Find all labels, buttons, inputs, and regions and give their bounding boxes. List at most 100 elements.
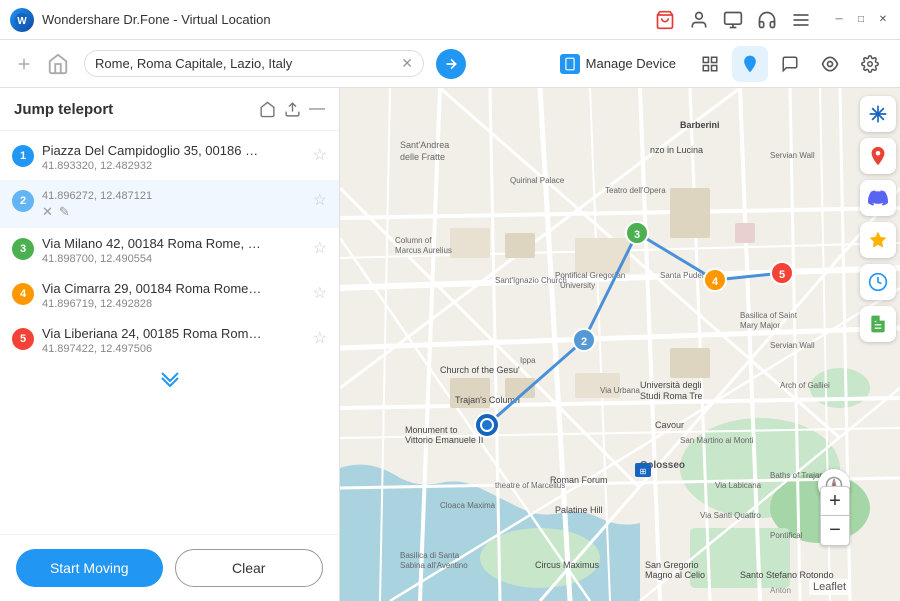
right-sidebar	[856, 88, 900, 601]
monitor-icon[interactable]	[722, 9, 744, 31]
location-mode-icon-btn[interactable]	[732, 46, 768, 82]
svg-text:Church of the Gesu': Church of the Gesu'	[440, 365, 520, 375]
svg-text:Servian Wall: Servian Wall	[770, 341, 815, 350]
app-title: Wondershare Dr.Fone - Virtual Location	[42, 12, 646, 27]
svg-text:Ippa: Ippa	[520, 356, 536, 365]
svg-text:Palatine Hill: Palatine Hill	[555, 505, 603, 515]
location-badge-3: 3	[12, 238, 34, 260]
minimize-button[interactable]: ─	[832, 13, 846, 27]
svg-text:Università degli: Università degli	[640, 380, 702, 390]
svg-text:Via Urbana: Via Urbana	[600, 386, 640, 395]
svg-text:Teatro dell'Opera: Teatro dell'Opera	[605, 186, 666, 195]
panel-home-icon[interactable]	[259, 101, 276, 118]
add-icon	[12, 52, 36, 76]
svg-text:Anton: Anton	[770, 586, 791, 595]
location-actions-2: ✕ ✎	[42, 204, 313, 220]
svg-text:delle Fratte: delle Fratte	[400, 152, 445, 162]
toolbar-right: Manage Device	[552, 46, 888, 82]
svg-text:Roman Forum: Roman Forum	[550, 475, 608, 485]
clear-search-icon[interactable]: ✕	[401, 55, 413, 72]
snowflake-icon-btn[interactable]	[860, 96, 896, 132]
list-item[interactable]: 3 Via Milano 42, 00184 Roma Rome, It... …	[0, 228, 339, 273]
google-maps-icon-btn[interactable]	[860, 138, 896, 174]
search-container: ✕	[84, 50, 424, 77]
svg-text:Studi Roma Tre: Studi Roma Tre	[640, 391, 703, 401]
location-star-2[interactable]: ☆	[313, 190, 327, 210]
route-icon-btn[interactable]	[812, 46, 848, 82]
manage-device-button[interactable]: Manage Device	[552, 50, 684, 78]
panel-minimize-icon[interactable]: —	[309, 100, 325, 118]
map-area[interactable]: Sant'Andrea delle Fratte Barberini Servi…	[340, 88, 900, 601]
panel-export-icon[interactable]	[284, 101, 301, 118]
expand-list-button[interactable]	[0, 363, 339, 395]
search-go-button[interactable]	[436, 49, 466, 79]
titlebar-icons: ─ □ ✕	[654, 9, 890, 31]
location-star-3[interactable]: ☆	[313, 238, 327, 258]
svg-text:San Martino ai Monti: San Martino ai Monti	[680, 436, 754, 445]
location-info-2: 41.896272, 12.487121 ✕ ✎	[42, 188, 313, 220]
chat-icon-btn[interactable]	[772, 46, 808, 82]
zoom-out-button[interactable]: −	[820, 516, 850, 546]
location-info-1: Piazza Del Campidoglio 35, 00186 Roma ..…	[42, 143, 313, 172]
action-edit-icon[interactable]: ✎	[59, 204, 70, 220]
location-list: 1 Piazza Del Campidoglio 35, 00186 Roma …	[0, 131, 339, 534]
manage-device-label: Manage Device	[586, 56, 676, 71]
location-name-4: Via Cimarra 29, 00184 Roma Rome, I...	[42, 281, 262, 296]
location-coords-4: 41.896719, 12.492828	[42, 298, 313, 310]
location-star-4[interactable]: ☆	[313, 283, 327, 303]
location-star-5[interactable]: ☆	[313, 328, 327, 348]
svg-text:2: 2	[581, 336, 587, 348]
discord-icon-btn[interactable]	[860, 180, 896, 216]
svg-text:Quirinal Palace: Quirinal Palace	[510, 176, 565, 185]
svg-text:Mary Major: Mary Major	[740, 321, 780, 330]
map-svg: Sant'Andrea delle Fratte Barberini Servi…	[340, 88, 900, 601]
titlebar: W Wondershare Dr.Fone - Virtual Location…	[0, 0, 900, 40]
headset-icon[interactable]	[756, 9, 778, 31]
location-info-4: Via Cimarra 29, 00184 Roma Rome, I... 41…	[42, 281, 313, 310]
panel-header-icons: —	[259, 100, 325, 118]
panel-header: Jump teleport —	[0, 88, 339, 131]
svg-text:Sant'Andrea: Sant'Andrea	[400, 140, 449, 150]
grid-icon-btn[interactable]	[692, 46, 728, 82]
svg-text:Marcus Aurelius: Marcus Aurelius	[395, 246, 452, 255]
svg-text:University: University	[560, 281, 595, 290]
panel-footer: Start Moving Clear	[0, 534, 339, 601]
clear-button[interactable]: Clear	[175, 549, 324, 587]
file-icon-btn[interactable]	[860, 306, 896, 342]
list-item[interactable]: 2 41.896272, 12.487121 ✕ ✎ ☆	[0, 180, 339, 228]
close-button[interactable]: ✕	[876, 13, 890, 27]
zoom-in-button[interactable]: +	[820, 486, 850, 516]
svg-text:Cavour: Cavour	[655, 420, 684, 430]
svg-text:Basilica of Saint: Basilica of Saint	[740, 311, 798, 320]
list-item[interactable]: 4 Via Cimarra 29, 00184 Roma Rome, I... …	[0, 273, 339, 318]
settings-icon-btn[interactable]	[852, 46, 888, 82]
location-name-3: Via Milano 42, 00184 Roma Rome, It...	[42, 236, 262, 251]
clock-icon-btn[interactable]	[860, 264, 896, 300]
location-star-1[interactable]: ☆	[313, 145, 327, 165]
svg-text:4: 4	[712, 276, 719, 288]
svg-text:Magno al Celio: Magno al Celio	[645, 570, 705, 580]
cart-icon[interactable]	[654, 9, 676, 31]
svg-text:Sabina all'Aventino: Sabina all'Aventino	[400, 561, 468, 570]
panel-title: Jump teleport	[14, 101, 259, 118]
location-badge-2: 2	[12, 190, 34, 212]
location-info-5: Via Liberiana 24, 00185 Roma Rome,... 41…	[42, 326, 313, 355]
start-moving-button[interactable]: Start Moving	[16, 549, 163, 587]
action-close-icon[interactable]: ✕	[42, 204, 53, 220]
svg-text:Vittorio Emanuele II: Vittorio Emanuele II	[405, 435, 483, 445]
list-item[interactable]: 5 Via Liberiana 24, 00185 Roma Rome,... …	[0, 318, 339, 363]
location-coords-5: 41.897422, 12.497506	[42, 343, 313, 355]
search-input[interactable]	[95, 56, 395, 71]
star-icon-btn[interactable]	[860, 222, 896, 258]
location-name-1: Piazza Del Campidoglio 35, 00186 Roma ..…	[42, 143, 262, 158]
svg-text:Cloaca Maxima: Cloaca Maxima	[440, 501, 496, 510]
svg-text:Via Santi Quattro: Via Santi Quattro	[700, 511, 761, 520]
user-icon[interactable]	[688, 9, 710, 31]
manage-device-icon	[560, 54, 580, 74]
svg-text:nzo in Lucina: nzo in Lucina	[650, 145, 703, 155]
list-item[interactable]: 1 Piazza Del Campidoglio 35, 00186 Roma …	[0, 135, 339, 180]
menu-icon[interactable]	[790, 9, 812, 31]
main-content: Jump teleport — 1 Piazza Del Campidoglio…	[0, 88, 900, 601]
svg-text:Via Labicana: Via Labicana	[715, 481, 762, 490]
maximize-button[interactable]: □	[854, 13, 868, 27]
